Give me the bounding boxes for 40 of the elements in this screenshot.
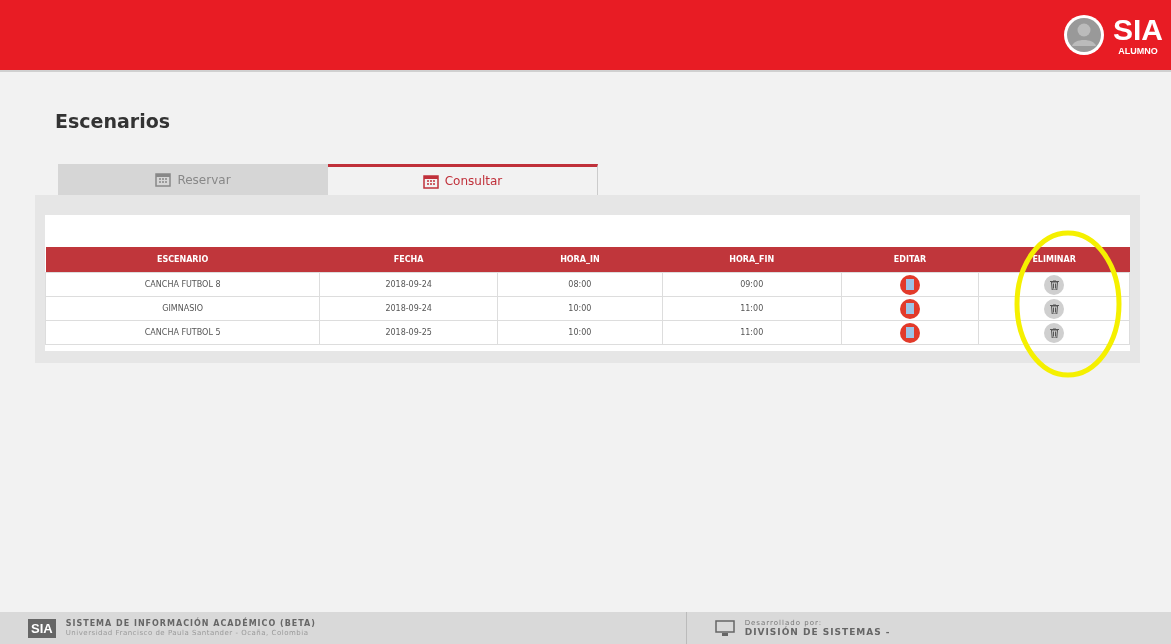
table-cell: GIMNASIO: [45, 296, 320, 321]
column-header: ESCENARIO: [45, 247, 320, 273]
table-cell: 10:00: [497, 296, 663, 321]
trash-icon: [1049, 279, 1059, 290]
calendar-icon: [422, 173, 439, 189]
column-header: HORA_FIN: [662, 247, 842, 273]
document-icon: [905, 327, 914, 338]
table-cell: 10:00: [497, 320, 663, 345]
table-cell: 08:00: [497, 272, 663, 297]
delete-button[interactable]: [1044, 322, 1065, 343]
table-cell: 2018-09-24: [319, 296, 498, 321]
document-icon: [905, 303, 914, 314]
table-cell: CANCHA FUTBOL 5: [45, 320, 320, 345]
table-cell: 11:00: [662, 320, 842, 345]
column-header: FECHA: [319, 247, 498, 273]
developer-name: DIVISIÓN DE SISTEMAS -: [744, 626, 891, 638]
calendar-icon: [155, 172, 172, 187]
table-cell: 11:00: [662, 296, 842, 321]
monitor-icon: [714, 620, 735, 636]
page-title: Escenarios: [55, 110, 172, 132]
column-header: EDITAR: [841, 247, 979, 273]
sia-logo: SIA ALUMNO: [1113, 14, 1163, 56]
delete-button[interactable]: [1044, 274, 1065, 295]
delete-button[interactable]: [1044, 298, 1065, 319]
table-cell: 2018-09-25: [319, 320, 498, 345]
table-cell: CANCHA FUTBOL 8: [45, 272, 320, 297]
system-name: SISTEMA DE INFORMACIÓN ACADÉMICO (BETA): [65, 619, 317, 629]
trash-icon: [1049, 327, 1059, 338]
edit-button[interactable]: [899, 274, 920, 295]
table-cell: 09:00: [662, 272, 842, 297]
footer-logo: SIA: [28, 618, 56, 638]
user-avatar-icon[interactable]: [1063, 14, 1105, 56]
trash-icon: [1049, 303, 1059, 314]
table-cell: 2018-09-24: [319, 272, 498, 297]
edit-button[interactable]: [899, 322, 920, 343]
document-icon: [905, 279, 914, 290]
column-header: HORA_IN: [497, 247, 663, 273]
edit-button[interactable]: [899, 298, 920, 319]
column-header: ELIMINAR: [978, 247, 1130, 273]
tab[interactable]: Consultar: [328, 164, 598, 195]
